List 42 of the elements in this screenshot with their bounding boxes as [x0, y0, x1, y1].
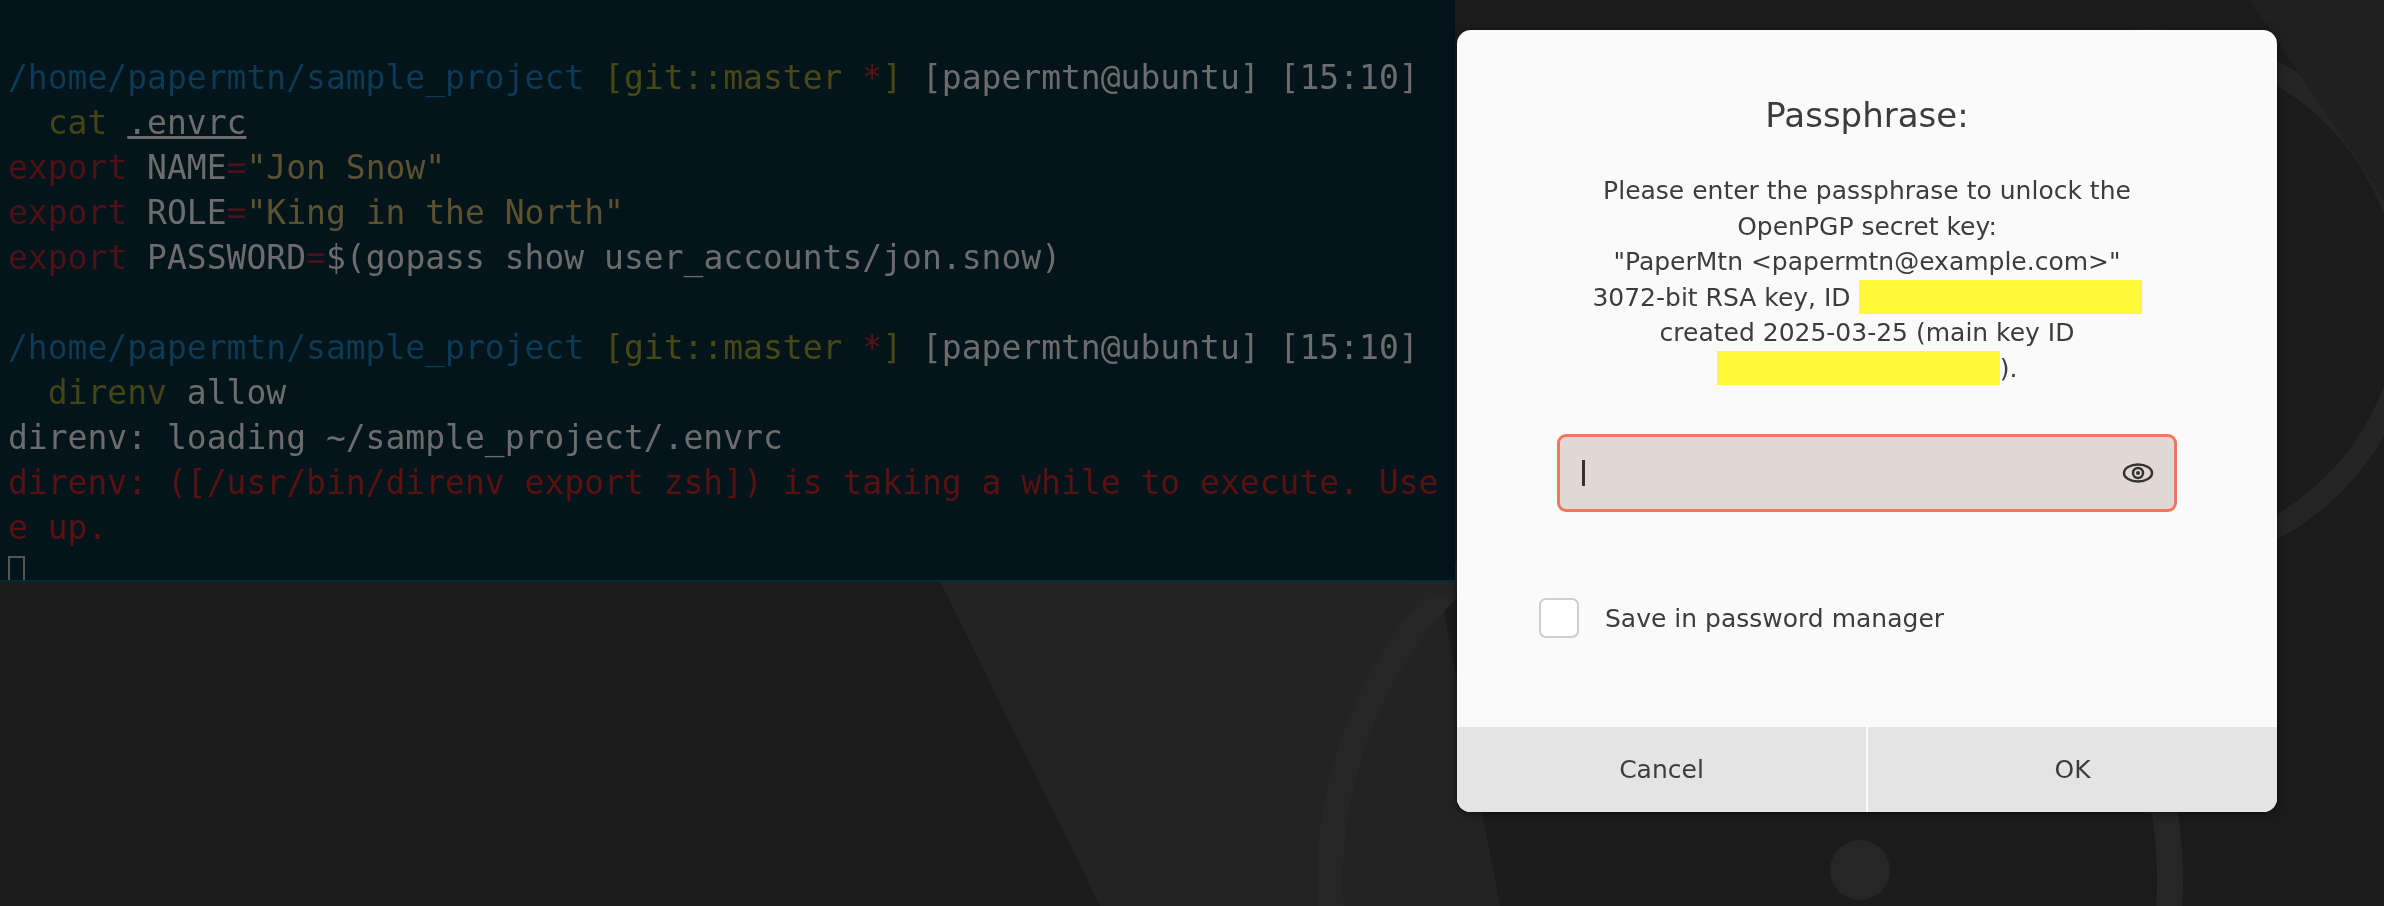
message-text: Please enter the passphrase to unlock the: [1603, 175, 2131, 207]
terminal-text: "King in the North": [246, 193, 624, 232]
terminal-text: "Jon Snow": [246, 148, 446, 187]
terminal-text: ]: [882, 58, 903, 97]
terminal-text: *: [862, 328, 883, 367]
terminal-text: direnv: loading ~/sample_project/.envrc: [8, 418, 783, 457]
terminal-text: e up.: [8, 508, 108, 547]
ok-button[interactable]: OK: [1866, 727, 2277, 812]
dialog-title: Passphrase:: [1765, 94, 1969, 137]
message-text: OpenPGP secret key:: [1737, 210, 1997, 243]
terminal-text: ROLE: [146, 193, 227, 232]
terminal-text: *: [862, 58, 883, 97]
terminal-text: export: [8, 238, 128, 277]
terminal-text: direnv: [46, 373, 167, 412]
terminal-text: /home/papermtn/sample_project: [8, 58, 586, 97]
terminal-text: $(gopass show user_accounts/jon.snow): [325, 238, 1061, 277]
text-cursor: [1582, 460, 1585, 486]
checkbox-label: Save in password manager: [1605, 603, 1945, 633]
terminal-text: ]: [882, 328, 903, 367]
terminal-text: export: [8, 148, 128, 187]
message-text: 3072-bit RSA key, ID: [1592, 281, 1851, 314]
passphrase-field[interactable]: [1557, 434, 2177, 512]
terminal-text: .envrc: [127, 103, 247, 142]
terminal-text: [git::master: [604, 58, 844, 97]
message-text: "PaperMtn <papermtn@example.com>": [1613, 246, 2121, 278]
terminal-text: =: [226, 193, 247, 232]
terminal-text: [git::master: [604, 328, 844, 367]
terminal-text: =: [226, 148, 247, 187]
terminal-text: /home/papermtn/sample_project: [8, 328, 586, 367]
terminal-text: [papermtn@ubuntu] [15:10]: [920, 328, 1419, 367]
terminal-text: allow: [185, 373, 287, 412]
terminal-text: =: [306, 238, 326, 277]
terminal-text: export: [8, 193, 128, 232]
terminal-text: direnv: ([/usr/bin/direnv export zsh]) is taking a while to execute. Use: [8, 463, 1439, 502]
message-text: created 2025-03-25 (main key ID: [1659, 317, 2075, 349]
eye-icon[interactable]: [2122, 462, 2154, 484]
terminal-text: cat: [46, 103, 109, 142]
message-text: ).: [1999, 352, 2018, 385]
terminal-text: PASSWORD: [146, 238, 307, 277]
terminal-text: [papermtn@ubuntu] [15:10]: [920, 58, 1419, 97]
terminal-text: NAME: [146, 148, 227, 187]
checkbox[interactable]: [1539, 598, 1579, 638]
